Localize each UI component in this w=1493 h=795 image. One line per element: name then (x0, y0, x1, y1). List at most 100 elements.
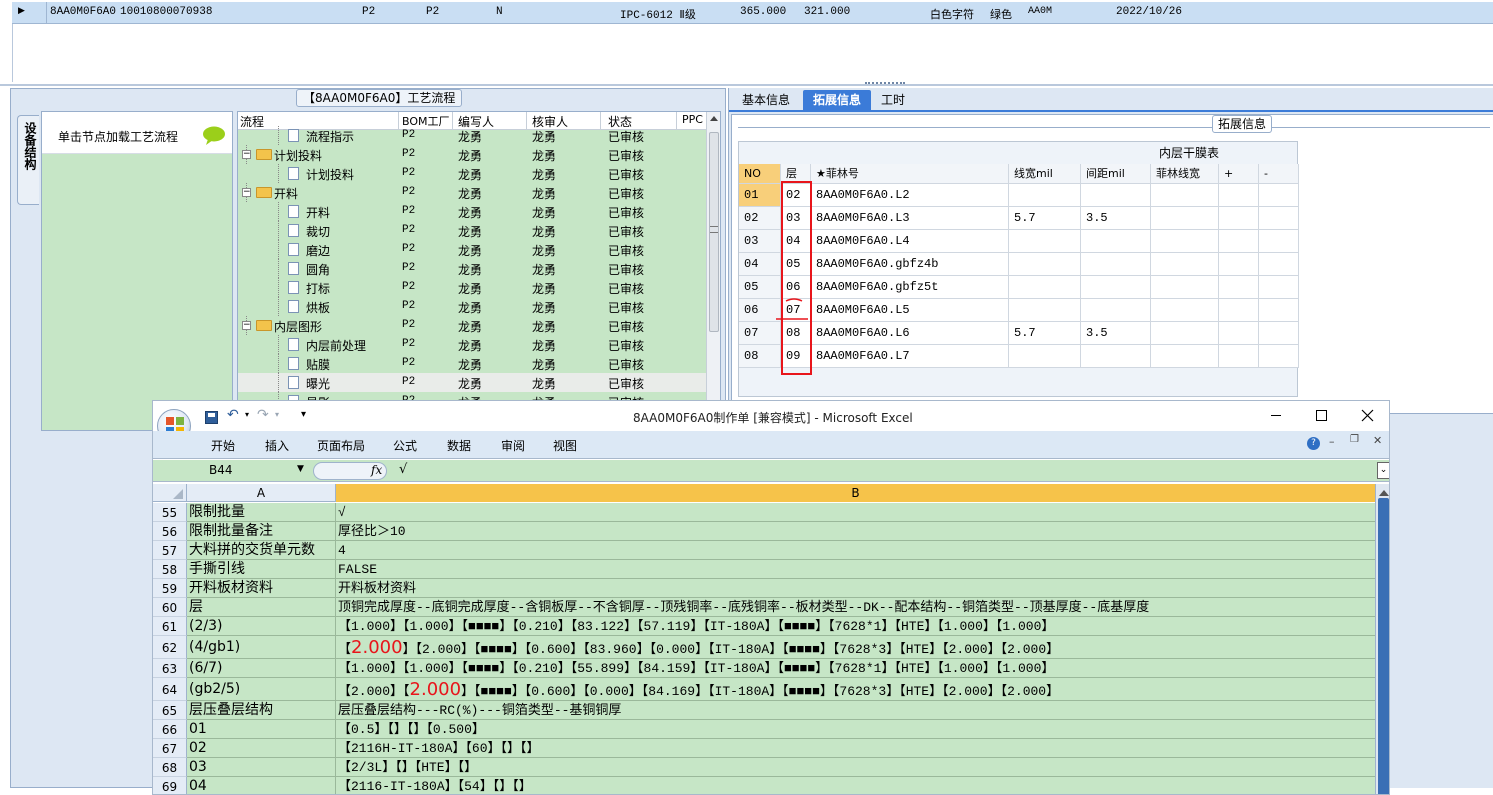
row-header[interactable]: 62 (153, 636, 187, 659)
select-all-corner[interactable] (153, 484, 187, 502)
function-icon[interactable]: fx (371, 463, 382, 477)
col-ppc[interactable]: PPC (682, 113, 703, 126)
cell-b[interactable]: 开料板材资料 (336, 579, 1375, 598)
column-header-b[interactable]: B (336, 484, 1376, 502)
tree-row[interactable]: − 内层图形 P2 龙勇 龙勇 已审核 (238, 316, 706, 335)
cell-b[interactable]: 【2/3L】【】【HTE】【】 (336, 758, 1375, 777)
tree-row[interactable]: 内层前处理 P2 龙勇 龙勇 已审核 (238, 335, 706, 354)
excel-vscroll[interactable] (1375, 484, 1389, 794)
tree-scrollbar[interactable] (706, 112, 720, 406)
cell-a[interactable]: (4/gb1) (187, 636, 336, 659)
cell-b[interactable]: FALSE (336, 560, 1375, 579)
tab-basic-info[interactable]: 基本信息 (733, 91, 799, 111)
cell-a[interactable]: (gb2/5) (187, 678, 336, 701)
tree-row[interactable]: 磨边 P2 龙勇 龙勇 已审核 (238, 240, 706, 259)
cell-a[interactable]: 03 (187, 758, 336, 777)
column-header-a[interactable]: A (187, 484, 336, 502)
tab-device-structure[interactable]: 设备结构 (17, 115, 39, 205)
cell-b[interactable]: 【2.000】【2.000】【■■■■】【0.600】【83.960】【0.00… (336, 636, 1375, 659)
sheet-row[interactable]: 64 (gb2/5) 【2.000】【2.000】【■■■■】【0.600】【0.0… (153, 678, 1375, 701)
collapse-icon[interactable]: − (242, 321, 251, 330)
cell-a[interactable]: 手撕引线 (187, 560, 336, 579)
cell-b[interactable]: 厚径比＞10 (336, 522, 1375, 541)
tree-row[interactable]: − 计划投料 P2 龙勇 龙勇 已审核 (238, 145, 706, 164)
row-header[interactable]: 64 (153, 678, 187, 701)
maximize-button[interactable] (1316, 410, 1327, 421)
cell-a[interactable]: 层压叠层结构 (187, 701, 336, 720)
tree-row[interactable]: 流程指示 P2 龙勇 龙勇 已审核 (238, 126, 706, 145)
sheet-row[interactable]: 67 02 【2116H-IT-180A】【60】【】【】 (153, 739, 1375, 758)
sheet-row[interactable]: 69 04 【2116-IT-180A】【54】【】【】 (153, 777, 1375, 794)
cell-b[interactable]: 【1.000】【1.000】【■■■■】【0.210】【83.122】【57.1… (336, 617, 1375, 636)
sheet-row[interactable]: 63 (6/7) 【1.000】【1.000】【■■■■】【0.210】【55.89… (153, 659, 1375, 678)
row-header[interactable]: 69 (153, 777, 187, 794)
film-col-header[interactable]: + (1219, 164, 1259, 184)
film-row[interactable]: 07 08 8AA0M0F6A0.L6 5.7 3.5 (739, 322, 1299, 345)
undo-icon[interactable]: ↶ (227, 407, 239, 423)
ribbon-tab-4[interactable]: 数据 (447, 437, 471, 454)
ribbon-tab-0[interactable]: 开始 (211, 437, 235, 454)
row-header[interactable]: 56 (153, 522, 187, 541)
row-header[interactable]: 58 (153, 560, 187, 579)
tree-row[interactable]: − 开料 P2 龙勇 龙勇 已审核 (238, 183, 706, 202)
ribbon-tab-5[interactable]: 审阅 (501, 437, 525, 454)
film-row[interactable]: 05 06 8AA0M0F6A0.gbfz5t (739, 276, 1299, 299)
sheet-row[interactable]: 66 01 【0.5】【】【】【0.500】 (153, 720, 1375, 739)
tab-ext-info[interactable]: 拓展信息 (803, 90, 871, 112)
sheet-row[interactable]: 68 03 【2/3L】【】【HTE】【】 (153, 758, 1375, 777)
tab-labor-time[interactable]: 工时 (873, 91, 913, 111)
cell-b[interactable]: 【0.5】【】【】【0.500】 (336, 720, 1375, 739)
film-row[interactable]: 01 02 8AA0M0F6A0.L2 (739, 184, 1299, 207)
sheet-row[interactable]: 56 限制批量备注 厚径比＞10 (153, 522, 1375, 541)
redo-dropdown-icon[interactable]: ▾ (275, 410, 279, 419)
tree-row[interactable]: 计划投料 P2 龙勇 龙勇 已审核 (238, 164, 706, 183)
close-button[interactable] (1361, 409, 1374, 422)
film-row[interactable]: 04 05 8AA0M0F6A0.gbfz4b (739, 253, 1299, 276)
ribbon-minimize-icon[interactable]: – (1329, 435, 1335, 448)
row-header[interactable]: 61 (153, 617, 187, 636)
cell-a[interactable]: 开料板材资料 (187, 579, 336, 598)
row-header[interactable]: 63 (153, 659, 187, 678)
cell-a[interactable]: 02 (187, 739, 336, 758)
formula-expand-icon[interactable]: ⌄ (1377, 462, 1389, 479)
row-header[interactable]: 67 (153, 739, 187, 758)
film-col-header[interactable]: 间距mil (1081, 164, 1151, 184)
row-header[interactable]: 55 (153, 503, 187, 522)
save-icon[interactable] (205, 411, 218, 424)
cell-a[interactable]: (2/3) (187, 617, 336, 636)
cell-b[interactable]: √ (336, 503, 1375, 522)
tree-row[interactable]: 打标 P2 龙勇 龙勇 已审核 (238, 278, 706, 297)
cell-b[interactable]: 【1.000】【1.000】【■■■■】【0.210】【55.899】【84.1… (336, 659, 1375, 678)
tree-row[interactable]: 开料 P2 龙勇 龙勇 已审核 (238, 202, 706, 221)
film-col-header[interactable]: - (1259, 164, 1299, 184)
ribbon-tab-6[interactable]: 视图 (553, 437, 577, 454)
redo-icon[interactable]: ↷ (257, 407, 269, 423)
sheet-row[interactable]: 62 (4/gb1) 【2.000】【2.000】【■■■■】【0.600】【83.… (153, 636, 1375, 659)
row-header[interactable]: 68 (153, 758, 187, 777)
film-row[interactable]: 08 09 8AA0M0F6A0.L7 (739, 345, 1299, 368)
sheet-row[interactable]: 57 大料拼的交货单元数 4 (153, 541, 1375, 560)
sheet-row[interactable]: 60 层顶铜完成厚度--底铜完成厚度--含铜板厚--不含铜厚--顶残铜率--底残铜… (153, 598, 1375, 617)
ribbon-tab-2[interactable]: 页面布局 (317, 437, 365, 454)
help-icon[interactable]: ? (1307, 437, 1320, 450)
cell-b[interactable]: 顶铜完成厚度--底铜完成厚度--含铜板厚--不含铜厚--顶残铜率--底残铜率--… (336, 598, 1375, 617)
cell-a[interactable]: 01 (187, 720, 336, 739)
row-header[interactable]: 66 (153, 720, 187, 739)
row-header[interactable]: 57 (153, 541, 187, 560)
name-box[interactable]: B44 (209, 463, 233, 477)
cell-a[interactable]: 大料拼的交货单元数 (187, 541, 336, 560)
cell-b[interactable]: 层压叠层结构---RC(%)---铜箔类型--基铜铜厚 (336, 701, 1375, 720)
cell-a[interactable]: 层 (187, 598, 336, 617)
cell-b[interactable]: 【2116H-IT-180A】【60】【】【】 (336, 739, 1375, 758)
excel-scroll-up-icon[interactable] (1379, 490, 1389, 496)
tree-row[interactable]: 贴膜 P2 龙勇 龙勇 已审核 (238, 354, 706, 373)
row-header[interactable]: 59 (153, 579, 187, 598)
cell-b[interactable]: 4 (336, 541, 1375, 560)
tree-row[interactable]: 烘板 P2 龙勇 龙勇 已审核 (238, 297, 706, 316)
film-col-header[interactable]: NO (739, 164, 781, 184)
cell-a[interactable]: 04 (187, 777, 336, 794)
ribbon-restore-icon[interactable]: ❐ (1350, 434, 1359, 445)
sheet-row[interactable]: 55 限制批量 √ (153, 503, 1375, 522)
tree-row[interactable]: 圆角 P2 龙勇 龙勇 已审核 (238, 259, 706, 278)
sheet-row[interactable]: 61 (2/3) 【1.000】【1.000】【■■■■】【0.210】【83.12… (153, 617, 1375, 636)
